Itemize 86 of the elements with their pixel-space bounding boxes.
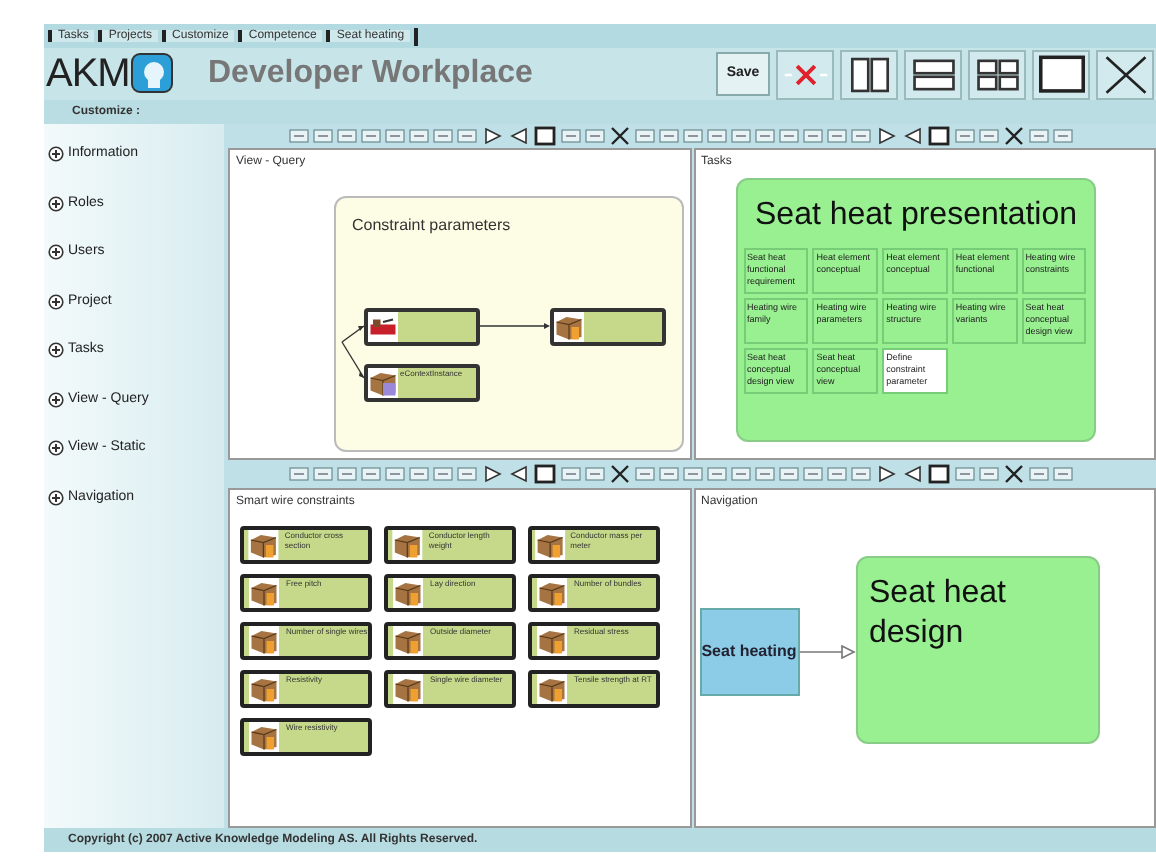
box-icon — [244, 626, 284, 656]
expand-icon — [48, 244, 64, 261]
four-pane-layout-button[interactable] — [968, 49, 1026, 99]
toolbar-button[interactable] — [384, 126, 406, 146]
toolbar-button[interactable] — [432, 464, 454, 484]
toolbar-button[interactable] — [802, 464, 824, 484]
expand-icon — [48, 489, 64, 506]
head-icon — [129, 52, 174, 96]
diagram-title: Constraint parameters — [352, 214, 511, 238]
square-icon[interactable] — [926, 126, 952, 146]
toolbar-button[interactable] — [778, 126, 800, 146]
expand-icon — [48, 440, 64, 457]
box-icon — [532, 530, 569, 560]
play-icon[interactable] — [874, 464, 898, 484]
toolbar-button[interactable] — [826, 464, 848, 484]
navigation-node[interactable]: Seat heating — [699, 608, 799, 696]
toolbar-button[interactable] — [826, 126, 848, 146]
box-icon — [244, 722, 284, 752]
close-icon[interactable] — [1002, 464, 1026, 484]
toolbar-button[interactable] — [384, 464, 406, 484]
app-logo: AKM — [46, 54, 130, 94]
presentation-title: Seat heat presentation — [753, 196, 1080, 236]
expand-icon — [48, 342, 64, 359]
toolbar-button[interactable] — [658, 126, 680, 146]
toolbar-button[interactable] — [658, 464, 680, 484]
close-icon[interactable] — [608, 126, 632, 146]
app-title: Developer Workplace — [208, 54, 533, 94]
back-icon[interactable] — [900, 464, 924, 484]
toolbar-button[interactable] — [682, 126, 704, 146]
expand-icon — [48, 293, 64, 310]
toolbar-button[interactable] — [754, 126, 776, 146]
box-icon — [554, 312, 584, 342]
toolbar-button[interactable] — [312, 126, 334, 146]
toolbar-button[interactable] — [730, 126, 752, 146]
box-icon — [244, 578, 284, 608]
box-icon — [388, 530, 427, 560]
toolbar-button[interactable] — [1052, 464, 1074, 484]
two-rows-layout-button[interactable] — [904, 49, 962, 99]
toolbar-button[interactable] — [336, 464, 358, 484]
square-icon[interactable] — [532, 464, 558, 484]
toolbar-button[interactable] — [682, 464, 704, 484]
delete-button[interactable] — [776, 49, 834, 99]
box-icon — [532, 674, 572, 704]
toolbar-button[interactable] — [1052, 126, 1074, 146]
single-pane-layout-button[interactable] — [1032, 49, 1090, 99]
toolbar-button[interactable] — [706, 126, 728, 146]
back-icon[interactable] — [506, 464, 530, 484]
toolbar-button[interactable] — [778, 464, 800, 484]
diagram-node[interactable] — [364, 308, 480, 346]
square-icon[interactable] — [532, 126, 558, 146]
expand-icon — [48, 195, 64, 212]
arrow-connector — [799, 644, 855, 660]
expand-icon — [48, 146, 64, 163]
toolbar-button[interactable] — [432, 126, 454, 146]
heater-icon — [368, 312, 398, 342]
toolbar-button[interactable] — [730, 464, 752, 484]
toolbar-button[interactable] — [802, 126, 824, 146]
toolbar-button[interactable] — [408, 126, 430, 146]
toolbar-button[interactable] — [408, 464, 430, 484]
box-icon — [388, 674, 428, 704]
box-icon — [244, 674, 284, 704]
toolbar-button[interactable] — [312, 464, 334, 484]
toolbar-button[interactable] — [288, 464, 310, 484]
box-icon — [244, 530, 283, 560]
square-icon — [1035, 51, 1087, 97]
box-icon — [532, 626, 572, 656]
close-icon[interactable] — [1002, 126, 1026, 146]
close-icon[interactable] — [608, 464, 632, 484]
toolbar-button[interactable] — [706, 464, 728, 484]
diagram-node[interactable] — [550, 308, 666, 346]
play-icon[interactable] — [480, 464, 504, 484]
two-columns-layout-button[interactable] — [840, 49, 898, 99]
box-icon — [368, 368, 398, 398]
square-icon[interactable] — [926, 464, 952, 484]
toolbar-button[interactable] — [360, 126, 382, 146]
box-icon — [388, 626, 428, 656]
expand-icon — [48, 391, 64, 408]
connector-line — [479, 323, 550, 329]
box-icon — [388, 578, 428, 608]
toolbar-button[interactable] — [336, 126, 358, 146]
navigation-card[interactable]: Seat heat design — [855, 556, 1099, 744]
toolbar-button[interactable] — [288, 126, 310, 146]
toolbar-button[interactable] — [360, 464, 382, 484]
box-icon — [532, 578, 572, 608]
toolbar-button[interactable] — [754, 464, 776, 484]
close-button[interactable] — [1096, 49, 1154, 99]
